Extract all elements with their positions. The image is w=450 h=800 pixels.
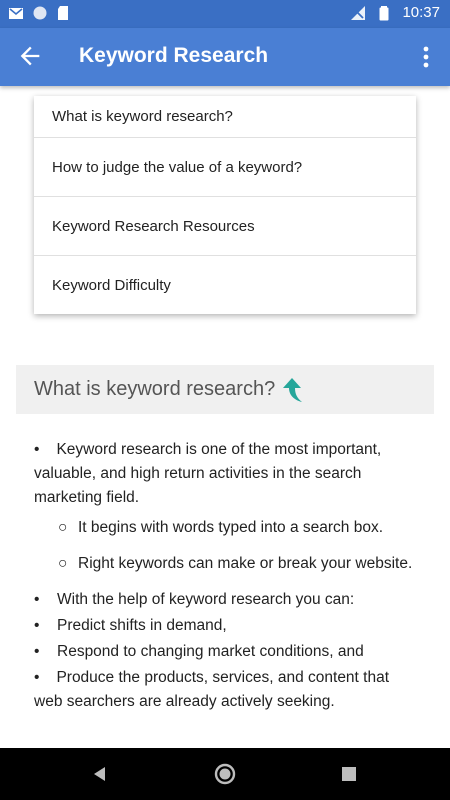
bullet: • <box>34 669 40 686</box>
circle-icon <box>33 6 47 20</box>
app-bar: Keyword Research <box>0 28 450 86</box>
nav-back-icon[interactable] <box>90 764 110 784</box>
list-item-text: With the help of keyword research you ca… <box>57 591 355 608</box>
list-item-text: Keyword research is one of the most impo… <box>34 441 382 506</box>
sub-list-item-text: It begins with words typed into a search… <box>78 519 383 536</box>
gmail-icon <box>9 8 23 19</box>
section-header: What is keyword research? <box>16 365 434 414</box>
bullet: • <box>34 441 40 458</box>
sd-card-icon <box>58 6 68 20</box>
battery-icon <box>379 5 389 20</box>
sub-list: ○ It begins with words typed into a sear… <box>58 516 414 576</box>
toc-item-resources[interactable]: Keyword Research Resources <box>34 197 416 256</box>
list-item-text: Predict shifts in demand, <box>57 617 227 634</box>
toc-item-what-is-keyword-research[interactable]: What is keyword research? <box>34 96 416 138</box>
nav-recent-apps-icon[interactable] <box>340 765 358 783</box>
list-item-text: Respond to changing market conditions, a… <box>57 643 364 660</box>
sub-list-item-text: Right keywords can make or break your we… <box>78 555 413 572</box>
list-item: • Predict shifts in demand, <box>34 614 414 638</box>
article-content: • Keyword research is one of the most imp… <box>34 438 414 716</box>
list-item: • Produce the products, services, and con… <box>34 666 414 714</box>
signal-off-icon <box>351 5 366 20</box>
arrow-up-icon[interactable] <box>281 376 303 404</box>
bullet: • <box>34 617 40 634</box>
list-item-text: Produce the products, services, and cont… <box>34 669 390 710</box>
bullet: • <box>34 591 40 608</box>
sub-bullet: ○ <box>58 519 68 536</box>
bullet: • <box>34 643 40 660</box>
section-title: What is keyword research? <box>34 378 276 400</box>
sub-bullet: ○ <box>58 555 68 572</box>
status-time: 10:37 <box>402 4 440 21</box>
nav-home-icon[interactable] <box>214 763 236 785</box>
sub-list-item: ○ Right keywords can make or break your … <box>58 552 414 576</box>
toc-item-difficulty[interactable]: Keyword Difficulty <box>34 256 416 315</box>
list-item: • With the help of keyword research you … <box>34 588 414 612</box>
list-item: • Respond to changing market conditions,… <box>34 640 414 664</box>
list-item: • Keyword research is one of the most imp… <box>34 438 414 510</box>
navigation-bar <box>0 748 450 800</box>
toc-item-judge-value[interactable]: How to judge the value of a keyword? <box>34 138 416 197</box>
status-bar: 10:37 <box>0 0 450 28</box>
table-of-contents: What is keyword research? How to judge t… <box>34 96 416 314</box>
arrow-left-icon[interactable] <box>16 42 44 70</box>
more-vert-icon[interactable] <box>414 43 438 71</box>
sub-list-item: ○ It begins with words typed into a sear… <box>58 516 414 540</box>
app-title: Keyword Research <box>79 44 269 67</box>
